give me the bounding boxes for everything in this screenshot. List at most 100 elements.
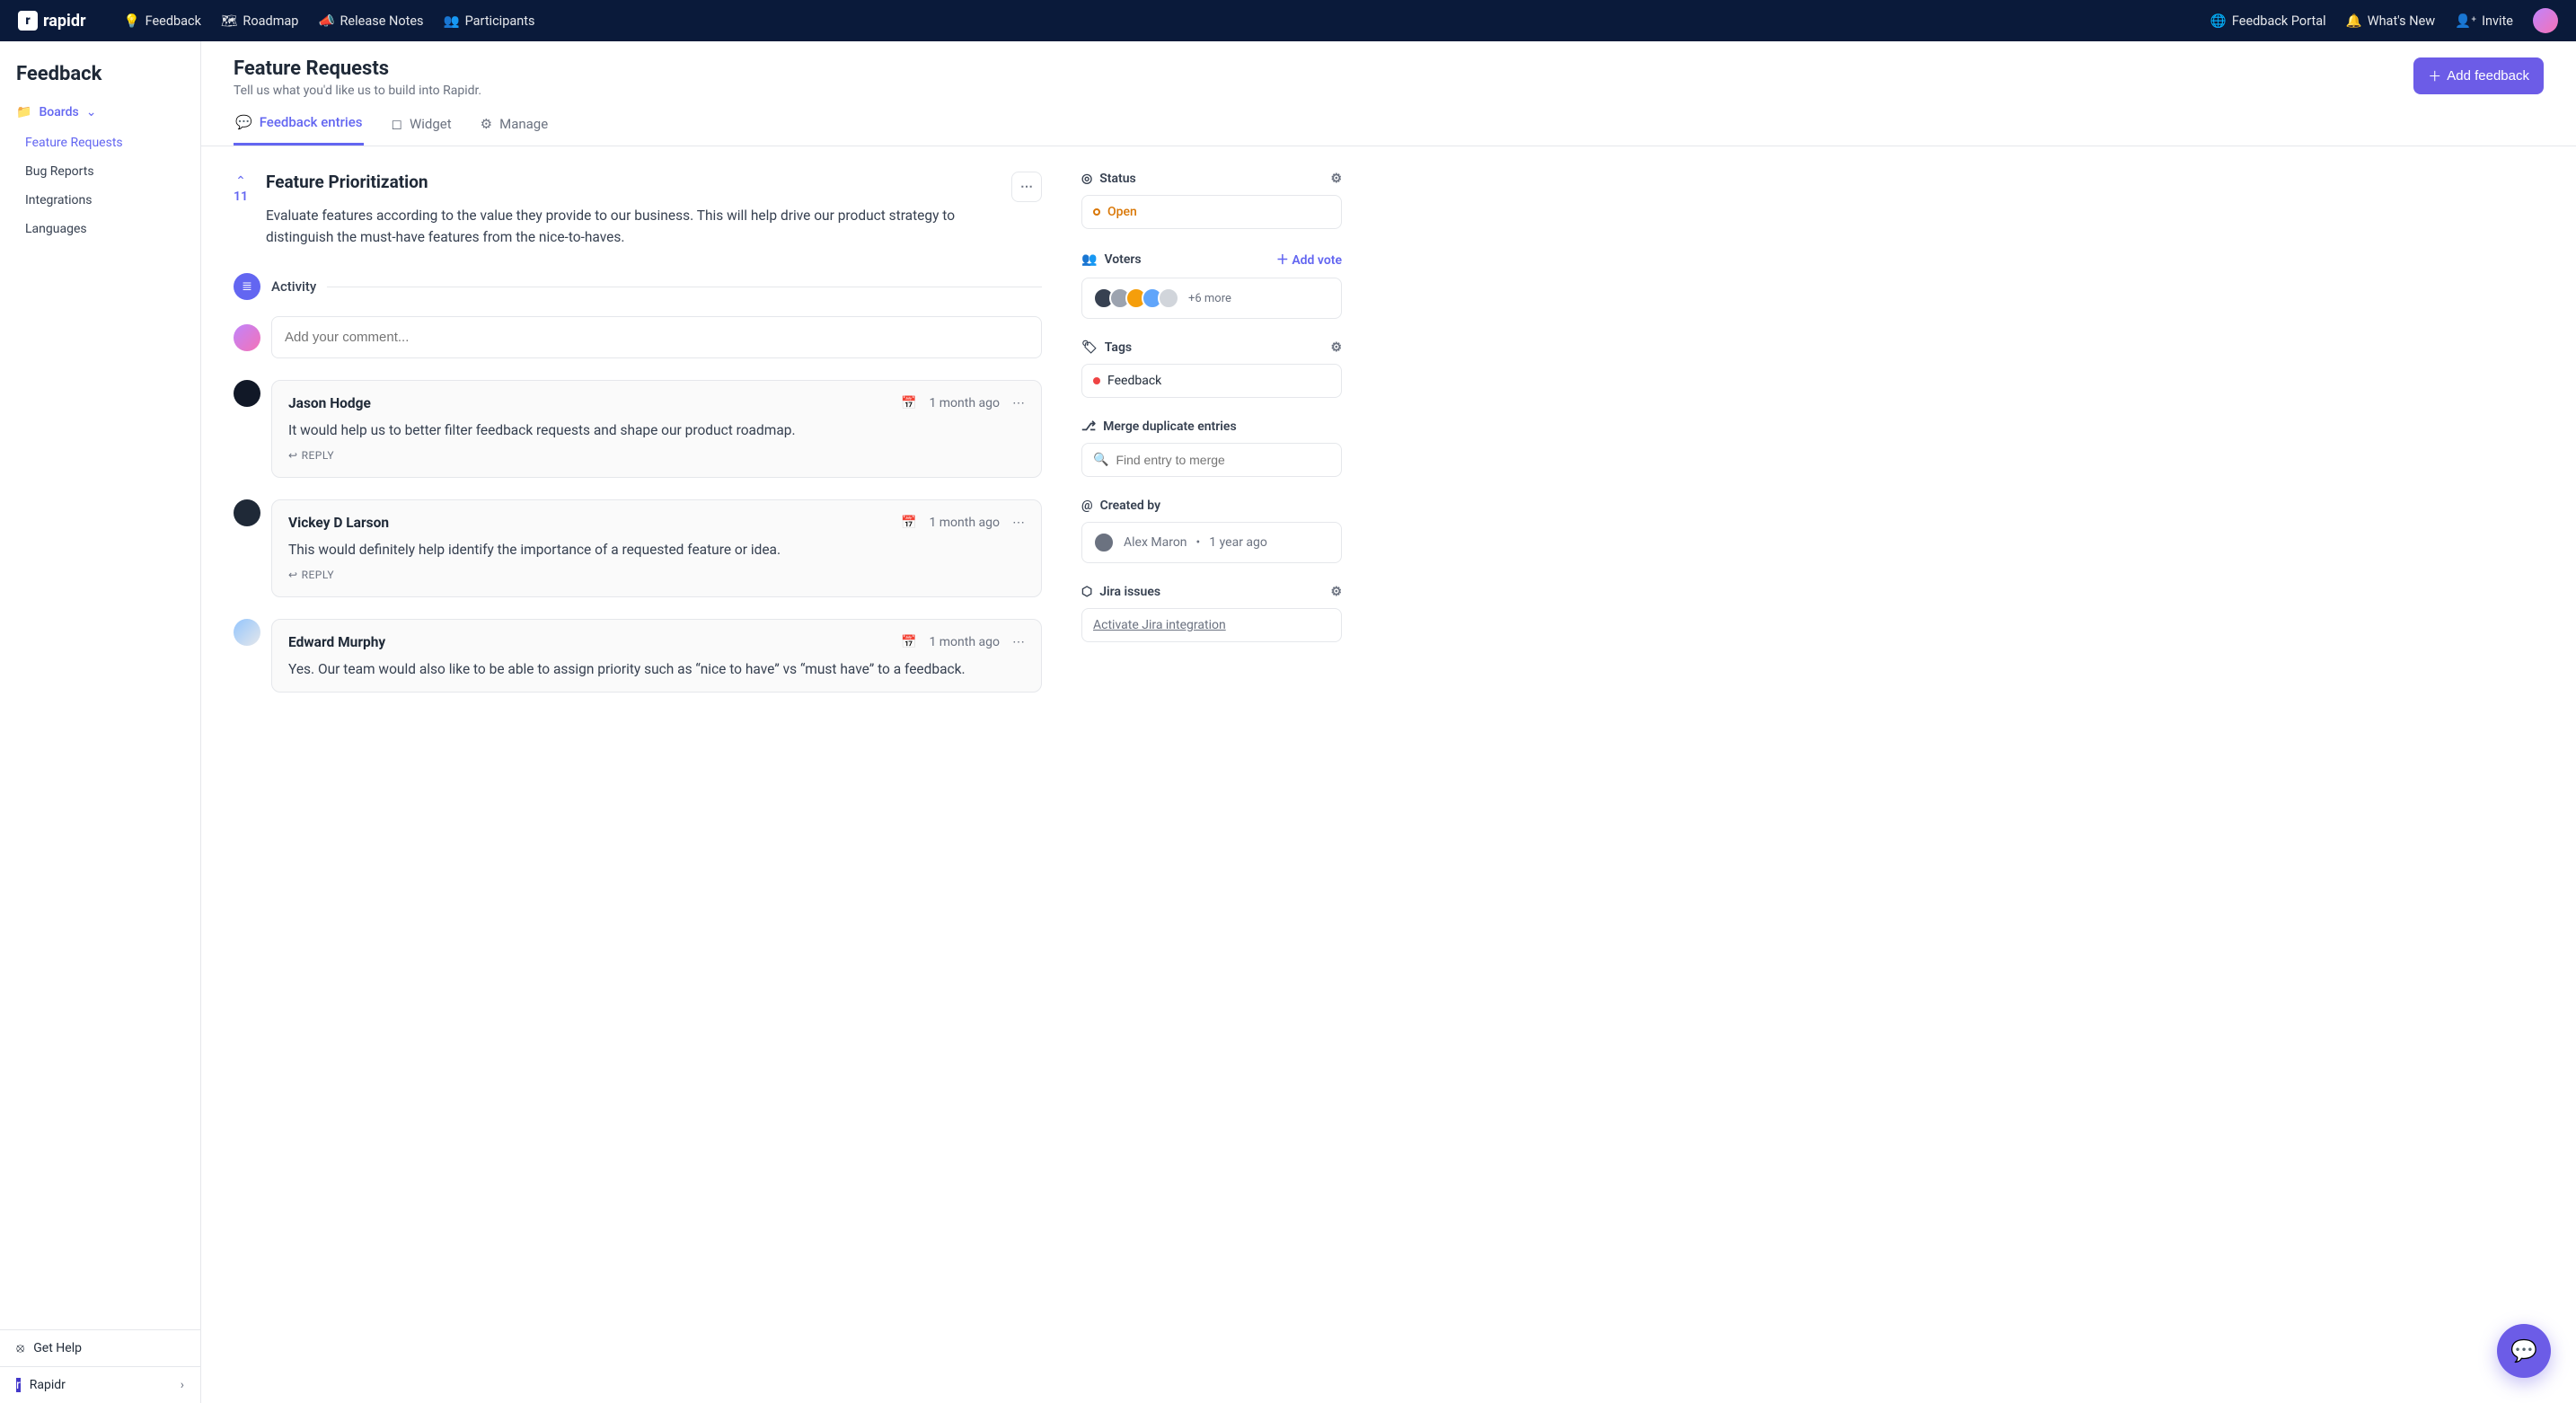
comment-more-menu[interactable]: ⋯ [1012,635,1025,649]
nav-release-notes[interactable]: 📣Release Notes [318,13,423,29]
comment-body: This would definitely help identify the … [288,542,1025,558]
chat-icon: 💬 [235,114,252,130]
chevron-up-icon: ⌃ [235,175,246,188]
globe-icon: 🌐 [2210,13,2227,29]
logo[interactable]: r rapidr [18,11,86,31]
status-dot-icon [1093,208,1100,216]
comment-card: Jason Hodge 📅 1 month ago ⋯ It would hel… [271,380,1042,478]
commenter-avatar [234,499,260,526]
creator-time: 1 year ago [1209,535,1267,550]
nav-feedback[interactable]: 💡Feedback [124,13,201,29]
tab-widget[interactable]: ◻Widget [389,114,453,146]
boards-toggle[interactable]: 📁 Boards ⌄ [0,101,200,128]
upvote-button[interactable]: ⌃ 11 [234,172,248,204]
comment-time: 1 month ago [929,396,1000,410]
tab-feedback-entries[interactable]: 💬Feedback entries [234,114,364,146]
boards-label: Boards [39,105,78,119]
map-icon: 🗺 [221,13,237,29]
more-voters: +6 more [1188,292,1231,305]
reply-icon: ↩ [288,569,298,581]
comment-card: Edward Murphy 📅 1 month ago ⋯ Yes. Our t… [271,619,1042,693]
status-label: Status [1099,172,1135,186]
entry-more-menu[interactable]: ⋯ [1011,172,1042,202]
activity-icon: ≣ [234,273,260,300]
creator-avatar [1093,532,1115,553]
nav-invite[interactable]: 👤⁺Invite [2455,13,2513,29]
merge-input[interactable] [1116,453,1330,467]
chat-bubble-icon: 💬 [2510,1338,2537,1363]
at-icon: @ [1081,499,1093,513]
nav-participants[interactable]: 👥Participants [444,13,535,29]
activity-label: Activity [271,278,316,295]
entry-description: Evaluate features according to the value… [266,205,993,248]
gear-icon[interactable]: ⚙ [1330,172,1342,186]
box-icon: ◻ [391,116,401,132]
add-vote-button[interactable]: ＋ Add vote [1276,251,1342,269]
jira-label: Jira issues [1099,585,1160,599]
calendar-icon: 📅 [901,635,916,649]
bulb-icon: 💡 [124,13,140,29]
search-icon: 🔍 [1093,453,1108,467]
vote-count: 11 [234,190,248,204]
calendar-icon: 📅 [901,516,916,530]
tabs: 💬Feedback entries ◻Widget ⚙Manage [201,98,2576,146]
logo-mark-icon: r [18,11,38,31]
board-languages[interactable]: Languages [0,215,200,243]
logo-text: rapidr [43,12,86,31]
sliders-icon: ⚙ [481,116,492,132]
user-avatar[interactable] [2533,8,2558,33]
voters-icon: 👥 [1081,252,1097,267]
org-switcher[interactable]: r Rapidr › [0,1366,200,1403]
chat-fab[interactable]: 💬 [2497,1324,2551,1378]
add-feedback-button[interactable]: ＋ Add feedback [2413,57,2544,94]
creator-name: Alex Maron [1124,535,1187,550]
folder-icon: 📁 [16,105,31,119]
comment-more-menu[interactable]: ⋯ [1012,516,1025,530]
comment-time: 1 month ago [929,635,1000,649]
gear-icon[interactable]: ⚙ [1330,340,1342,355]
chevron-down-icon: ⌄ [86,105,97,119]
commenter-avatar [234,380,260,407]
org-icon: r [16,1378,21,1392]
comment-input[interactable] [271,316,1042,358]
jira-activate-link[interactable]: Activate Jira integration [1093,618,1226,632]
board-feature-requests[interactable]: Feature Requests [0,128,200,157]
board-bug-reports[interactable]: Bug Reports [0,157,200,186]
comment-more-menu[interactable]: ⋯ [1012,396,1025,410]
comment-body: Yes. Our team would also like to be able… [288,661,1025,677]
reply-button[interactable]: ↩REPLY [288,449,334,462]
merge-icon: ⎇ [1081,419,1096,434]
nav-whatsnew[interactable]: 🔔What's New [2346,13,2436,29]
dots-icon: ⋯ [1020,180,1033,194]
bell-icon: 🔔 [2346,13,2362,29]
createdby-box: Alex Maron • 1 year ago [1081,522,1342,563]
comment-author: Vickey D Larson [288,515,389,531]
user-plus-icon: 👤⁺ [2455,13,2476,29]
tags-box[interactable]: Feedback [1081,364,1342,398]
comment-time: 1 month ago [929,516,1000,530]
status-icon: ◎ [1081,172,1092,186]
get-help[interactable]: ⦻ Get Help [0,1329,200,1366]
chevron-right-icon: › [181,1378,184,1392]
sidebar: Feedback 📁 Boards ⌄ Feature Requests Bug… [0,41,201,1403]
page-subtitle: Tell us what you'd like us to build into… [234,84,481,98]
board-integrations[interactable]: Integrations [0,186,200,215]
tag-icon: 🏷 [1081,340,1098,355]
nav-roadmap[interactable]: 🗺Roadmap [221,13,298,29]
commenter-avatar [234,619,260,646]
current-user-avatar [234,324,260,351]
voters-box[interactable]: +6 more [1081,278,1342,319]
nav-portal[interactable]: 🌐Feedback Portal [2210,13,2326,29]
entry-title: Feature Prioritization [266,172,993,192]
gear-icon[interactable]: ⚙ [1330,585,1342,599]
sidebar-title: Feedback [0,41,200,101]
jira-icon: ⬡ [1081,585,1092,599]
users-icon: 👥 [444,13,460,29]
reply-icon: ↩ [288,449,298,462]
reply-button[interactable]: ↩REPLY [288,569,334,581]
page-title: Feature Requests [234,57,481,80]
tab-manage[interactable]: ⚙Manage [479,114,551,146]
comment-author: Edward Murphy [288,634,385,650]
status-select[interactable]: Open [1081,195,1342,229]
main: Feature Requests Tell us what you'd like… [201,41,2576,1403]
